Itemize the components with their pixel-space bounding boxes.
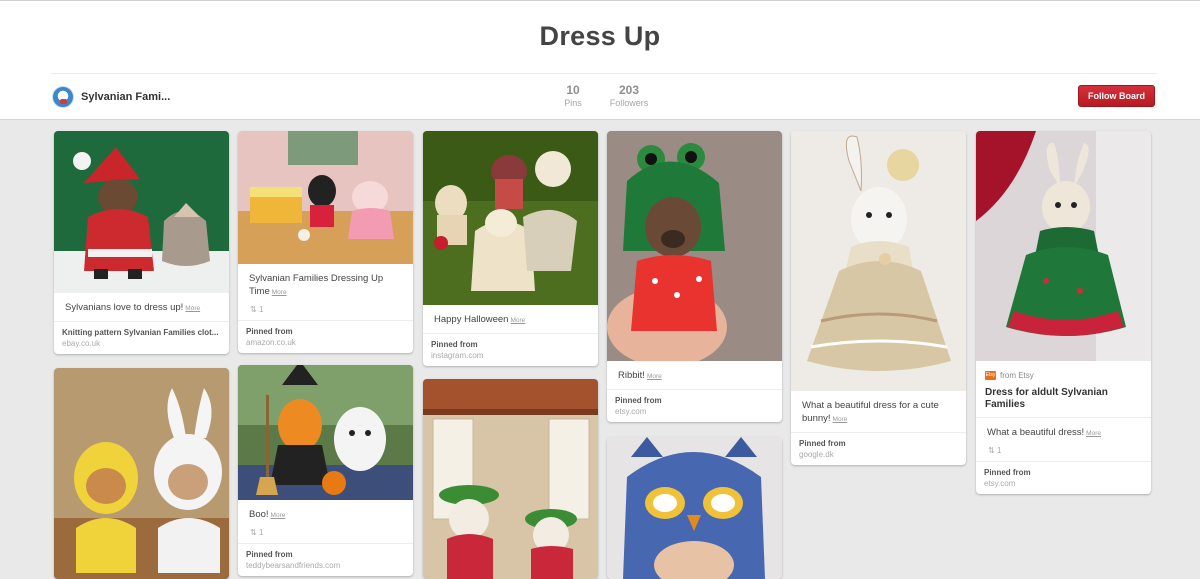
more-link[interactable]: More — [647, 373, 662, 380]
rich-pin-from[interactable]: from Etsy — [1000, 371, 1034, 380]
followers-count: 203 — [618, 83, 640, 97]
pin-card[interactable]: Ribbit! More Pinned from etsy.com — [607, 131, 782, 422]
pin-image[interactable] — [238, 365, 413, 500]
pin-description-text: Boo! — [249, 509, 269, 520]
pin-description: What a beautiful dress for a cute bunny!… — [791, 391, 966, 432]
pin-description-text: What a beautiful dress! — [987, 427, 1085, 438]
owner-avatar[interactable] — [52, 86, 74, 108]
repin-count: ⇅ 1 — [238, 305, 413, 320]
pin-description: Happy Halloween More — [423, 305, 598, 333]
pin-description: Boo! More — [238, 500, 413, 528]
repin-icon: ⇅ — [250, 305, 259, 314]
attribution-source[interactable]: instagram.com — [431, 351, 590, 360]
pin-image[interactable] — [54, 131, 229, 293]
pin-attribution[interactable]: Pinned from instagram.com — [423, 333, 598, 366]
pin-description-text: Happy Halloween — [434, 314, 509, 325]
pin-image[interactable] — [607, 131, 782, 361]
pin-image[interactable] — [423, 131, 598, 305]
pin-attribution[interactable]: Knitting pattern Sylvanian Families clot… — [54, 321, 229, 354]
attribution-source[interactable]: amazon.co.uk — [246, 338, 405, 347]
attribution-title[interactable]: Pinned from — [984, 468, 1143, 477]
repin-icon: ⇅ — [988, 446, 997, 455]
pin-card[interactable]: Etsy from Etsy Dress for aldult Sylvania… — [976, 131, 1151, 494]
pin-description-text: Sylvanian Families Dressing Up Time — [249, 273, 384, 297]
pin-card[interactable]: Sylvanians love to dress up! More Knittin… — [54, 131, 229, 354]
pin-description-text: Sylvanians love to dress up! — [65, 302, 184, 313]
repin-count: ⇅ 1 — [238, 528, 413, 543]
repin-number: 1 — [258, 528, 264, 537]
repin-number: 1 — [258, 305, 264, 314]
pin-image[interactable] — [976, 131, 1151, 361]
more-link[interactable]: More — [1086, 430, 1101, 437]
pin-description-text: What a beautiful dress for a cute bunny! — [802, 400, 939, 424]
rich-pin-title[interactable]: Dress for aldult Sylvanian Families — [976, 384, 1151, 417]
follow-board-button[interactable]: Follow Board — [1078, 85, 1155, 107]
pin-image[interactable] — [791, 131, 966, 391]
repin-count: ⇅ 1 — [976, 446, 1151, 461]
attribution-title[interactable]: Knitting pattern Sylvanian Families clot… — [62, 328, 221, 337]
pin-attribution[interactable]: Pinned from teddybearsandfriends.com — [238, 543, 413, 576]
attribution-source[interactable]: ebay.co.uk — [62, 339, 221, 348]
attribution-source[interactable]: etsy.com — [984, 479, 1143, 488]
pin-image[interactable] — [423, 379, 598, 579]
more-link[interactable]: More — [185, 305, 200, 312]
attribution-title[interactable]: Pinned from — [615, 396, 774, 405]
pin-description: Sylvanians love to dress up! More — [54, 293, 229, 321]
pin-description: Sylvanian Families Dressing Up Time More — [238, 264, 413, 305]
pin-card[interactable] — [54, 368, 229, 579]
pin-card[interactable]: What a beautiful dress for a cute bunny!… — [791, 131, 966, 465]
more-link[interactable]: More — [271, 512, 286, 519]
more-link[interactable]: More — [510, 317, 525, 324]
header-divider — [50, 73, 1158, 74]
pin-card[interactable] — [607, 437, 782, 579]
attribution-title[interactable]: Pinned from — [799, 439, 958, 448]
rich-pin-source[interactable]: Etsy from Etsy — [976, 361, 1151, 384]
repin-icon: ⇅ — [250, 528, 259, 537]
followers-label: Followers — [609, 98, 649, 108]
attribution-source[interactable]: google.dk — [799, 450, 958, 459]
attribution-title[interactable]: Pinned from — [431, 340, 590, 349]
followers-stat[interactable]: 203 Followers — [604, 83, 654, 108]
pin-card[interactable] — [423, 379, 598, 579]
pins-stat[interactable]: 10 Pins — [552, 83, 594, 108]
board-header: Dress Up Sylvanian Fami... 10 Pins 203 F… — [0, 0, 1200, 120]
pin-attribution[interactable]: Pinned from etsy.com — [607, 389, 782, 422]
pin-description: Ribbit! More — [607, 361, 782, 389]
pin-description: What a beautiful dress! More — [976, 417, 1151, 446]
attribution-source[interactable]: etsy.com — [615, 407, 774, 416]
pin-card[interactable]: Boo! More ⇅ 1 Pinned from teddybearsandfr… — [238, 365, 413, 576]
attribution-title[interactable]: Pinned from — [246, 327, 405, 336]
more-link[interactable]: More — [272, 289, 287, 296]
etsy-icon: Etsy — [985, 371, 996, 380]
pin-attribution[interactable]: Pinned from etsy.com — [976, 461, 1151, 494]
board-title: Dress Up — [539, 21, 661, 51]
pin-image[interactable] — [607, 437, 782, 579]
owner-name[interactable]: Sylvanian Fami... — [81, 91, 170, 103]
pin-attribution[interactable]: Pinned from google.dk — [791, 432, 966, 465]
more-link[interactable]: More — [833, 416, 848, 423]
board-owner[interactable]: Sylvanian Fami... — [52, 85, 170, 109]
pin-image[interactable] — [54, 368, 229, 579]
repin-number: 1 — [996, 446, 1002, 455]
pin-card[interactable]: Happy Halloween More Pinned from instagra… — [423, 131, 598, 366]
pin-image[interactable] — [238, 131, 413, 264]
attribution-title[interactable]: Pinned from — [246, 550, 405, 559]
pin-card[interactable]: Sylvanian Families Dressing Up Time More … — [238, 131, 413, 353]
pin-description-text: Ribbit! — [618, 370, 645, 381]
pin-attribution[interactable]: Pinned from amazon.co.uk — [238, 320, 413, 353]
pins-label: Pins — [564, 98, 582, 108]
attribution-source[interactable]: teddybearsandfriends.com — [246, 561, 405, 570]
pins-count: 10 — [566, 83, 580, 97]
